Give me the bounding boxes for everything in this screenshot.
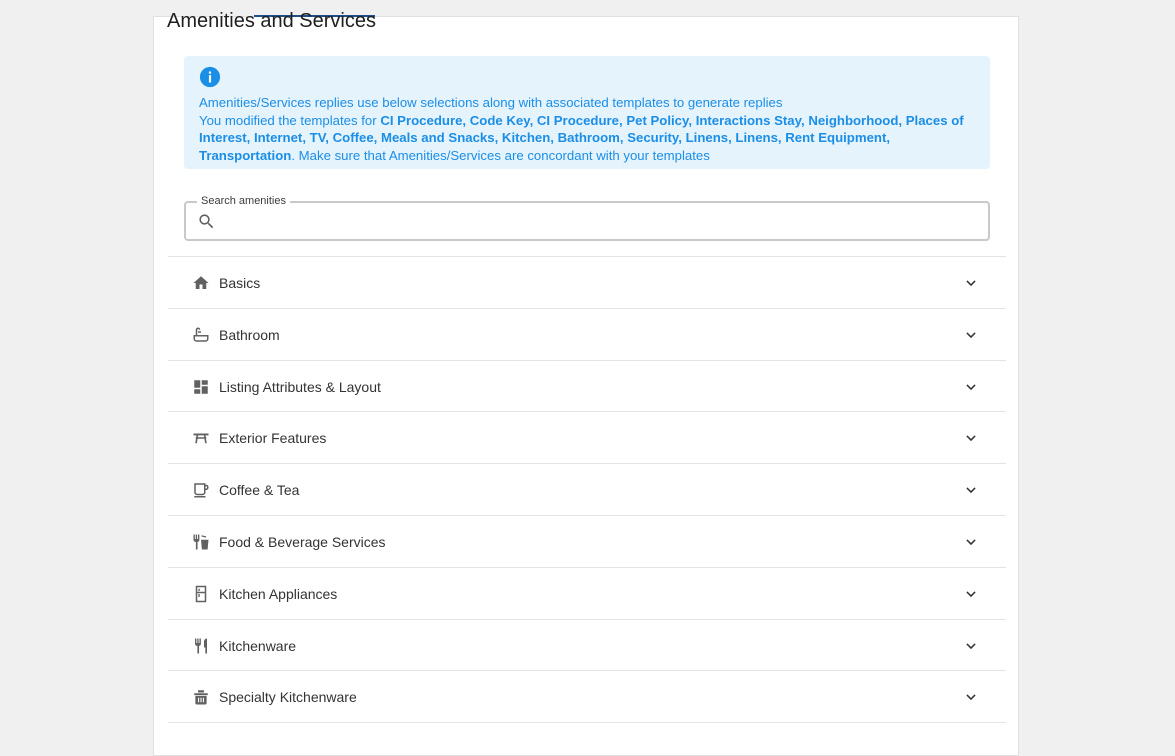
- chevron-down-icon[interactable]: [964, 639, 978, 653]
- chevron-down-icon[interactable]: [964, 276, 978, 290]
- search-field[interactable]: Search amenities: [184, 194, 990, 241]
- modified-prefix: You modified the templates for: [199, 112, 381, 128]
- food-beverage-icon: [193, 534, 209, 550]
- section-title: Amenities and Services: [167, 10, 376, 32]
- info-line-1: Amenities/Services replies use below sel…: [199, 95, 783, 110]
- search-label: Search amenities: [197, 194, 290, 208]
- info-line-2: You modified the templates for CI Proced…: [199, 112, 975, 165]
- bathtub-icon: [193, 327, 209, 342]
- info-message: Amenities/Services replies use below sel…: [199, 94, 975, 164]
- info-icon: [199, 66, 221, 88]
- fork-knife-icon: [195, 638, 207, 654]
- category-label: Kitchen Appliances: [219, 585, 338, 602]
- category-basics[interactable]: Basics: [168, 257, 1006, 309]
- home-icon: [193, 276, 209, 289]
- category-label: Bathroom: [219, 326, 280, 343]
- info-alert: Amenities/Services replies use below sel…: [184, 56, 990, 169]
- search-input[interactable]: [226, 208, 980, 236]
- category-label: Specialty Kitchenware: [219, 689, 357, 706]
- category-label: Exterior Features: [219, 430, 327, 447]
- category-listing-attributes[interactable]: Listing Attributes & Layout: [168, 361, 1006, 413]
- modified-suffix: . Make sure that Amenities/Services are …: [291, 147, 710, 163]
- category-label: Coffee & Tea: [219, 482, 300, 499]
- search-icon: [199, 214, 214, 229]
- category-label: Listing Attributes & Layout: [219, 378, 381, 395]
- fridge-icon: [195, 585, 207, 603]
- category-food-beverage[interactable]: Food & Beverage Services: [168, 516, 1006, 568]
- chevron-down-icon[interactable]: [964, 431, 978, 445]
- chevron-down-icon[interactable]: [964, 328, 978, 342]
- category-kitchenware[interactable]: Kitchenware: [168, 620, 1006, 672]
- coffee-maker-icon: [194, 483, 209, 498]
- category-specialty-kitchenware[interactable]: Specialty Kitchenware: [168, 671, 1006, 724]
- chevron-down-icon[interactable]: [964, 483, 978, 497]
- chevron-down-icon[interactable]: [964, 587, 978, 601]
- amenities-card: Amenities and Services Amenities/Service…: [153, 10, 1019, 756]
- chevron-down-icon[interactable]: [964, 380, 978, 394]
- dashboard-icon: [194, 379, 208, 394]
- category-bathroom[interactable]: Bathroom: [168, 309, 1006, 361]
- picnic-table-icon: [193, 433, 209, 444]
- category-label: Kitchenware: [219, 637, 297, 654]
- chevron-down-icon[interactable]: [964, 690, 978, 704]
- category-label: Basics: [219, 275, 261, 291]
- category-exterior-features[interactable]: Exterior Features: [168, 412, 1006, 465]
- chevron-down-icon[interactable]: [964, 535, 978, 549]
- amenity-categories: Basics Bathroom Listing Attributes & Lay…: [168, 256, 1006, 724]
- category-kitchen-appliances[interactable]: Kitchen Appliances: [168, 568, 1006, 620]
- category-coffee-tea[interactable]: Coffee & Tea: [168, 464, 1006, 516]
- category-label: Food & Beverage Services: [219, 533, 386, 550]
- cooking-pot-icon: [194, 690, 208, 705]
